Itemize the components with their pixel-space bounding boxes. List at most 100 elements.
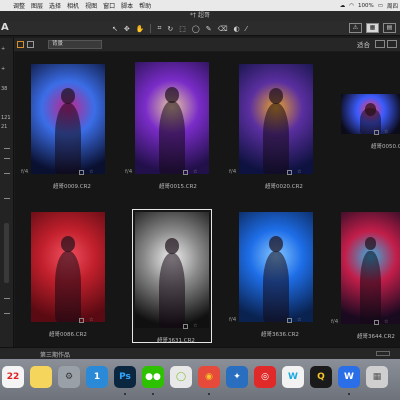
filter-button[interactable] (387, 40, 397, 48)
menu-view[interactable]: 视图 (82, 1, 100, 10)
wifi-icon[interactable]: ◠ (349, 3, 354, 9)
thumbnail-image[interactable] (31, 64, 105, 174)
thumbnail-filename: 超哥0009.CR2 (53, 184, 91, 190)
select-checkbox[interactable] (183, 324, 188, 329)
compare-view-toggle[interactable]: ▤ (383, 23, 396, 33)
brush-tool-icon[interactable]: ✎ (206, 25, 212, 33)
picker-tool-icon[interactable]: ⁄ (246, 25, 247, 33)
system-preferences-icon[interactable]: ⚙ (58, 366, 80, 388)
battery-icon[interactable]: ▭ (378, 3, 383, 9)
menu-help[interactable]: 帮助 (136, 1, 154, 10)
rating-star-icon[interactable]: ☆ (384, 319, 388, 325)
spot-tool-icon[interactable]: ◯ (192, 25, 200, 33)
menu-script[interactable]: 脚本 (118, 1, 136, 10)
thumbnail-image[interactable] (341, 94, 400, 134)
portrait-head (364, 236, 377, 250)
thumbnail-image[interactable] (135, 212, 209, 328)
thumbnail-image[interactable] (31, 212, 105, 322)
select-checkbox[interactable] (374, 130, 379, 135)
rating-star-icon[interactable]: ☆ (89, 317, 93, 323)
thumbnail-cell[interactable]: f/4 超哥3636.CR2 ☆ (229, 212, 313, 342)
wechat-icon[interactable]: ●● (142, 366, 164, 388)
fit-label[interactable]: 适合 (357, 39, 370, 49)
rating-star-icon[interactable]: ☆ (193, 169, 197, 175)
portrait-head (60, 236, 76, 253)
thumbnail-filename: 超哥3636.CR2 (261, 332, 299, 338)
sidebar-scrollbar[interactable] (4, 223, 9, 283)
thumbnail-image[interactable] (341, 212, 400, 324)
fstop-label: f/4 (125, 169, 133, 175)
sort-button[interactable] (375, 40, 385, 48)
screenshot-app-icon[interactable]: ▦ (366, 366, 388, 388)
rating-star-icon[interactable]: ☆ (297, 317, 301, 323)
cloud-icon[interactable]: ☁ (340, 3, 346, 9)
thumbnail-filename: 超哥0015.CR2 (159, 184, 197, 190)
thumbnail-cell[interactable]: f/4 超哥0020.CR2 ☆ (229, 64, 313, 194)
thumbnail-cell[interactable]: 超哥0050.CR2 ☆ (341, 94, 400, 154)
rating-star-icon[interactable]: ☆ (193, 323, 197, 329)
list-layout-icon[interactable] (27, 41, 34, 48)
wps-icon[interactable]: W (338, 366, 360, 388)
select-checkbox[interactable] (183, 170, 188, 175)
rating-star-icon[interactable]: ☆ (384, 129, 388, 135)
sidebar-tick (4, 313, 10, 314)
thumbnail-cell[interactable]: 超哥0086.CR2 ☆ (31, 212, 105, 342)
notes-icon[interactable] (30, 366, 52, 388)
photoshop-icon[interactable]: Ps (114, 366, 136, 388)
grid-layout-icon[interactable] (17, 41, 24, 48)
running-indicator (124, 393, 126, 395)
select-checkbox[interactable] (374, 320, 379, 325)
portrait-head (364, 102, 377, 116)
menu-camera[interactable]: 相机 (64, 1, 82, 10)
portrait-figure (54, 250, 82, 322)
battery-label[interactable]: 100% (358, 3, 374, 9)
w-app-icon[interactable]: W (282, 366, 304, 388)
keystone-tool-icon[interactable]: ⬚ (179, 25, 186, 33)
gradient-tool-icon[interactable]: ◐ (234, 25, 240, 33)
grid-view-toggle[interactable]: ▦ (366, 23, 379, 33)
pointer-tool-icon[interactable]: ↖ (112, 25, 118, 33)
app-circle-icon[interactable]: ◯ (170, 366, 192, 388)
select-checkbox[interactable] (287, 318, 292, 323)
select-checkbox[interactable] (79, 170, 84, 175)
menu-layer[interactable]: 图层 (28, 1, 46, 10)
qq-icon[interactable]: Q (310, 366, 332, 388)
crop-tool-icon[interactable]: ⌗ (157, 24, 161, 33)
thumbnail-image[interactable] (135, 62, 209, 174)
select-checkbox[interactable] (79, 318, 84, 323)
fstop-label: f/4 (21, 169, 29, 175)
clock-label[interactable]: 周四 (387, 2, 398, 10)
sidebar-tick (4, 298, 10, 299)
thumbnail-cell[interactable]: f/4 超哥3644.CR2 ☆ (331, 212, 400, 344)
status-bar: 第三期作品 (0, 347, 400, 359)
rating-star-icon[interactable]: ☆ (89, 169, 93, 175)
paw-app-icon[interactable]: ✦ (226, 366, 248, 388)
rating-star-icon[interactable]: ☆ (297, 169, 301, 175)
thumbnail-image[interactable] (239, 64, 313, 174)
rotate-tool-icon[interactable]: ↻ (167, 25, 173, 33)
calendar-icon[interactable]: 22 (2, 366, 24, 388)
folder-select[interactable]: 背景 (48, 40, 102, 49)
hand-tool-icon[interactable]: ✋ (136, 25, 145, 33)
menu-window[interactable]: 窗口 (100, 1, 118, 10)
chrome-icon[interactable]: ◉ (198, 366, 220, 388)
thumbnail-filename: 超哥0050.CR2 (371, 144, 400, 150)
sidebar-add-icon[interactable]: + (1, 46, 5, 52)
menu-select[interactable]: 选择 (46, 1, 64, 10)
select-checkbox[interactable] (287, 170, 292, 175)
thumbnail-size-slider[interactable] (376, 351, 390, 356)
warning-icon[interactable]: ⚠ (349, 23, 362, 33)
thumbnail-cell[interactable]: 超哥3631.CR2 ☆ (132, 209, 212, 348)
thumbnail-image[interactable] (239, 212, 313, 322)
netease-music-icon[interactable]: ◎ (254, 366, 276, 388)
sidebar-add-icon-2[interactable]: + (1, 66, 5, 72)
thumbnail-cell[interactable]: f/4 超哥0009.CR2 ☆ (21, 64, 105, 194)
dock: 22 ⚙ 1 Ps ●● ◯ ◉ ✦ ◎ W Q W ▦ (0, 359, 400, 400)
eraser-tool-icon[interactable]: ⌫ (218, 25, 228, 33)
1password-icon[interactable]: 1 (86, 366, 108, 388)
pan-tool-icon[interactable]: ✥ (124, 25, 130, 33)
portrait-head (268, 236, 284, 253)
thumbnail-cell[interactable]: f/4 超哥0015.CR2 ☆ (125, 62, 209, 194)
menu-adjust[interactable]: 调整 (10, 1, 28, 10)
portrait-figure (158, 101, 186, 174)
